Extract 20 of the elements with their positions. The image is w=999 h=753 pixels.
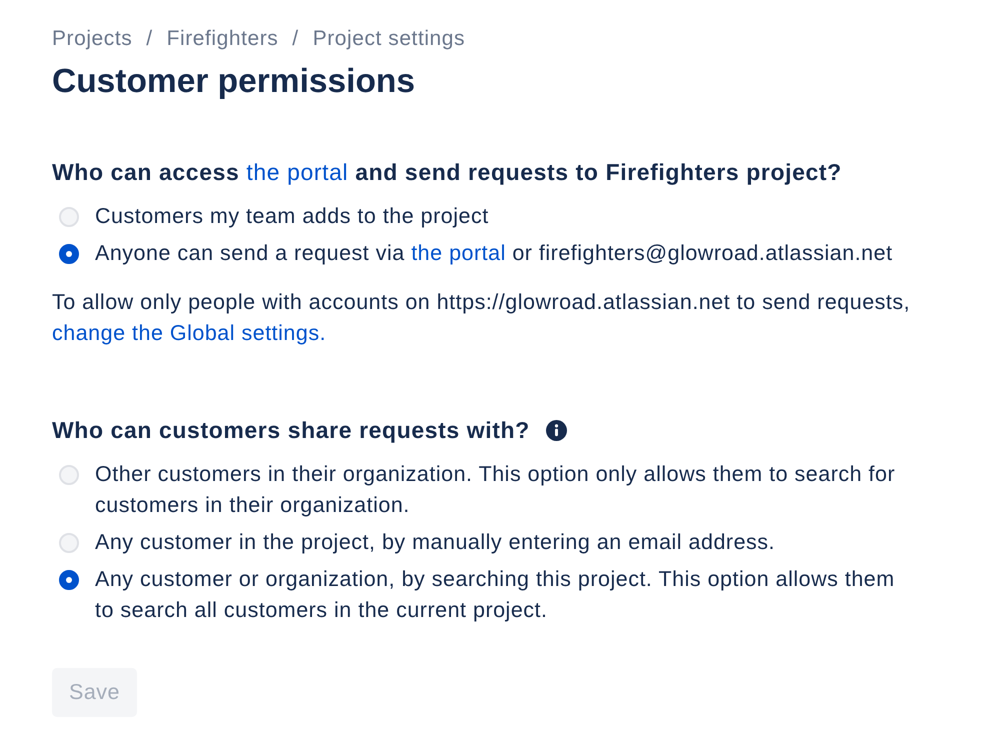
- help-text: To allow only people with accounts on https://glowroad.atlassian.net to send requests, change the Global settings.: [52, 289, 912, 347]
- option-label[interactable]: Any customer or organization, by searching this project. This option allows them to search all customers in the current project.: [95, 564, 907, 626]
- portal-link[interactable]: the portal: [411, 241, 506, 265]
- option-label[interactable]: Other customers in their organization. This option only allows them to search for customers in their organization.: [95, 459, 907, 521]
- breadcrumb-separator: /: [292, 26, 299, 52]
- breadcrumb-separator: /: [146, 26, 153, 52]
- radio-button[interactable]: [59, 244, 79, 264]
- section-heading: Who can access the portal and send requests to Firefighters project?: [52, 158, 842, 187]
- info-icon[interactable]: [546, 420, 567, 440]
- option-label[interactable]: Anyone can send a request via the portal or firefighters@glowroad.atlassian.net: [95, 238, 907, 269]
- radio-button[interactable]: [59, 570, 79, 590]
- portal-link[interactable]: the portal: [246, 159, 348, 185]
- global-settings-link[interactable]: change the Global settings.: [52, 321, 326, 345]
- option-label[interactable]: Customers my team adds to the project: [95, 201, 907, 232]
- section-heading: Who can customers share requests with?: [52, 416, 530, 445]
- breadcrumb-link[interactable]: Firefighters: [166, 26, 278, 52]
- page-title: Customer permissions: [52, 62, 416, 102]
- breadcrumb-link[interactable]: Project settings: [312, 26, 466, 52]
- option-label[interactable]: Any customer in the project, by manually entering an email address.: [95, 527, 907, 558]
- breadcrumb-link[interactable]: Projects: [52, 26, 132, 52]
